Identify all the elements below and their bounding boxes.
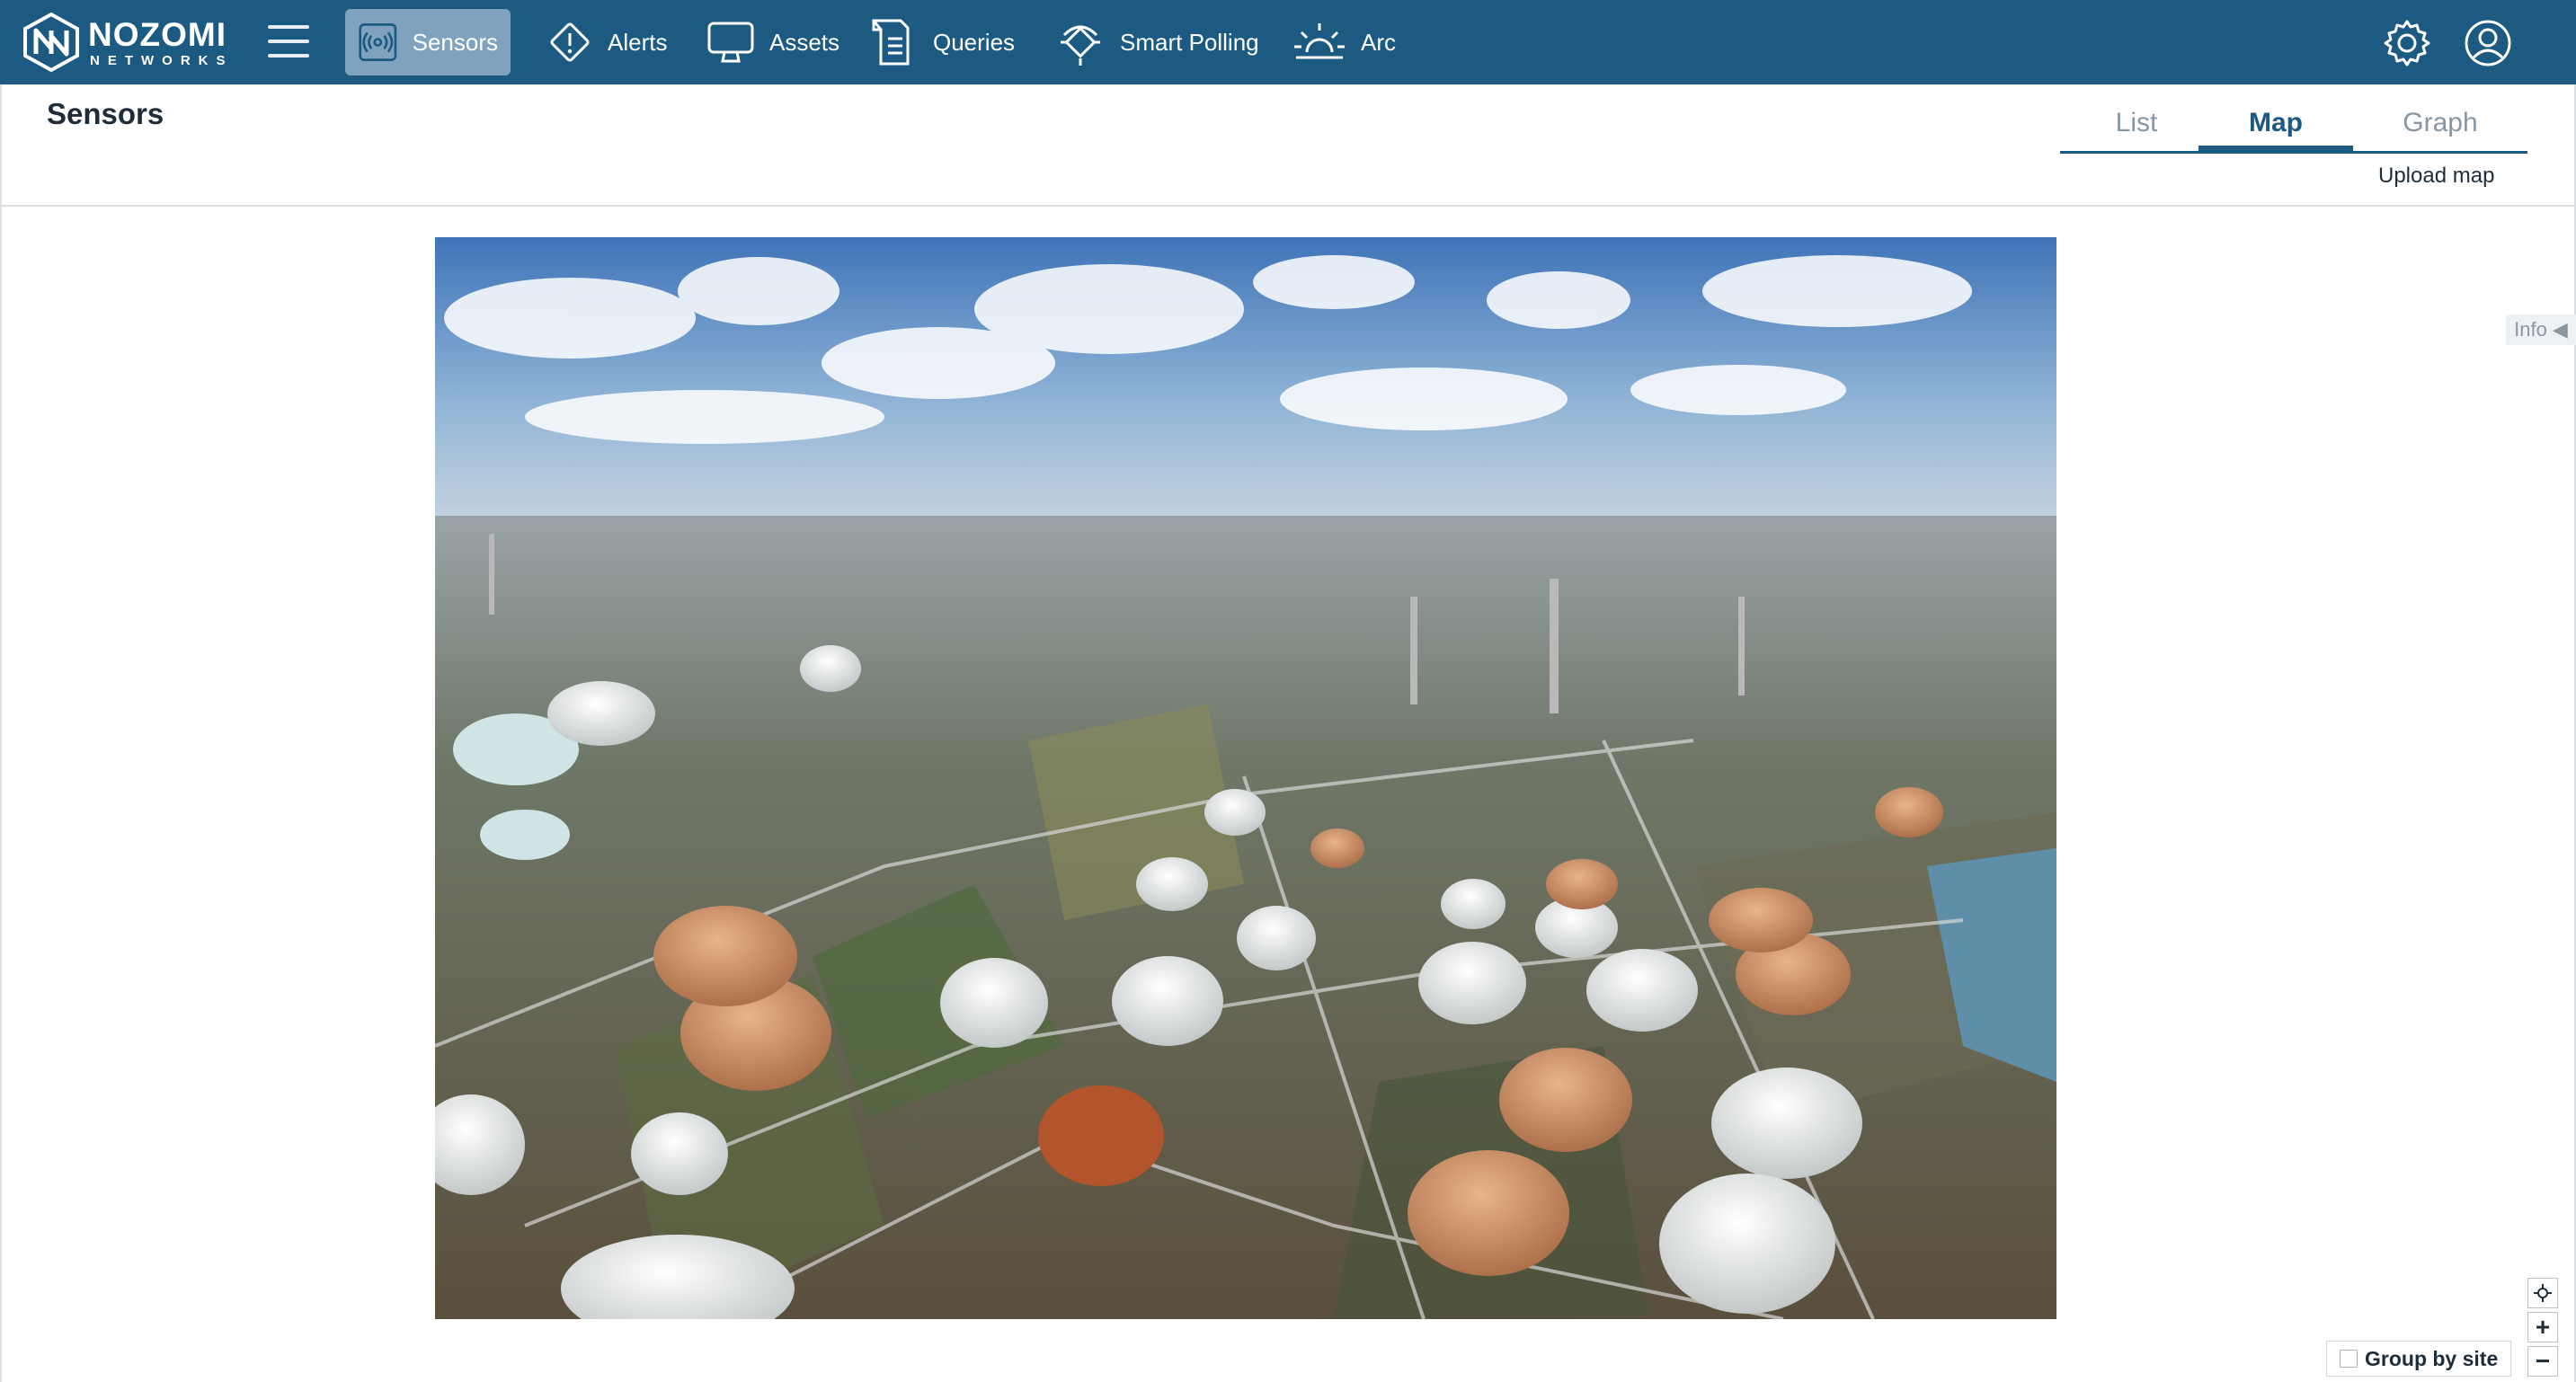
- info-panel-toggle[interactable]: Info ◀: [2506, 314, 2576, 345]
- frame-border-left: [0, 84, 2, 1382]
- nav-smart-polling[interactable]: Smart Polling: [1043, 9, 1272, 75]
- nav-label-alerts: Alerts: [608, 28, 668, 56]
- map-background-image[interactable]: [435, 237, 2056, 1319]
- group-by-site-toggle[interactable]: Group by site: [2326, 1341, 2512, 1377]
- user-icon[interactable]: [2463, 18, 2513, 68]
- hamburger-line: [268, 25, 309, 29]
- nav-label-queries: Queries: [933, 28, 1016, 56]
- nozomi-logo[interactable]: NOZOMI NETWORKS: [22, 13, 228, 72]
- arc-sun-icon: [1294, 23, 1345, 59]
- sensor-icon: [359, 23, 397, 61]
- gear-icon[interactable]: [2382, 18, 2432, 68]
- locate-icon: [2534, 1284, 2552, 1302]
- hamburger-menu-button[interactable]: [268, 25, 309, 59]
- header-divider: [0, 205, 2576, 207]
- top-navigation-bar: NOZOMI NETWORKS Sensors Alerts Assets Qu…: [0, 0, 2576, 84]
- tab-graph[interactable]: Graph: [2391, 108, 2490, 138]
- hamburger-line: [268, 54, 309, 58]
- nav-label-assets: Assets: [769, 28, 840, 56]
- nav-assets[interactable]: Assets: [694, 9, 852, 75]
- refinery-photo: [435, 237, 2056, 1319]
- tab-list[interactable]: List: [2105, 108, 2168, 138]
- nav-queries[interactable]: Queries: [857, 9, 1027, 75]
- page-title: Sensors: [47, 97, 164, 130]
- hamburger-line: [268, 40, 309, 43]
- brand-name: NOZOMI: [88, 16, 227, 53]
- nav-label-smart-polling: Smart Polling: [1120, 28, 1259, 56]
- tab-map[interactable]: Map: [2231, 108, 2321, 138]
- zoom-out-button[interactable]: −: [2527, 1346, 2558, 1377]
- locate-button[interactable]: [2527, 1278, 2558, 1308]
- nav-label-arc: Arc: [1361, 28, 1396, 56]
- query-list-icon: [872, 19, 910, 66]
- smart-polling-icon: [1061, 25, 1100, 66]
- monitor-icon: [707, 22, 754, 63]
- nav-label-sensors: Sensors: [412, 28, 498, 56]
- nav-alerts[interactable]: Alerts: [534, 9, 680, 75]
- brand-subtitle: NETWORKS: [90, 53, 234, 68]
- group-by-site-label: Group by site: [2365, 1346, 2499, 1370]
- active-tab-indicator: [2198, 146, 2353, 151]
- upload-map-link[interactable]: Upload map: [2378, 164, 2494, 189]
- alert-icon: [550, 22, 590, 62]
- map-zoom-controls: + −: [2527, 1278, 2558, 1380]
- nozomi-logo-icon: [23, 13, 79, 72]
- view-tabs: List Map Graph: [2060, 102, 2527, 154]
- nav-sensors[interactable]: Sensors: [345, 9, 511, 75]
- zoom-in-button[interactable]: +: [2527, 1312, 2558, 1342]
- group-by-site-checkbox[interactable]: [2340, 1350, 2358, 1368]
- nav-arc[interactable]: Arc: [1280, 9, 1408, 75]
